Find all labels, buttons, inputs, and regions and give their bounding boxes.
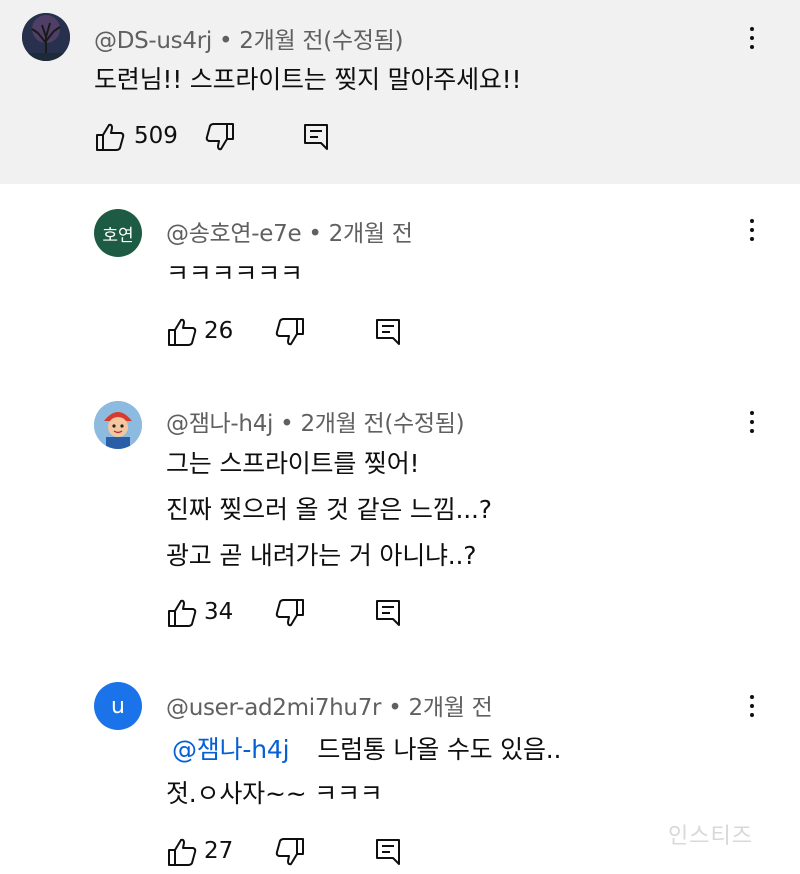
more-dot xyxy=(750,45,754,49)
avatar-initials: u xyxy=(111,693,125,719)
dislike-button[interactable] xyxy=(274,836,306,868)
avatar-initials: 호연 xyxy=(102,225,134,246)
more-options-button[interactable] xyxy=(740,406,764,438)
more-vertical-icon xyxy=(750,695,754,699)
meta-separator: • xyxy=(308,221,322,247)
comment-actions: 27 xyxy=(166,836,466,874)
thumbs-down-icon xyxy=(275,838,304,866)
thumbs-down-icon xyxy=(205,123,234,151)
comment-meta: @DS-us4rj • 2개월 전(수정됨) xyxy=(94,21,403,55)
comment-meta: @송호연-e7e • 2개월 전 xyxy=(166,214,413,248)
author-name[interactable]: @송호연-e7e xyxy=(166,221,302,247)
avatar[interactable] xyxy=(22,13,70,61)
comment-thread-ds-us4rj: @DS-us4rj • 2개월 전(수정됨) 도련님!! 스프라이트는 찢지 말… xyxy=(0,0,800,184)
comment-text-line: 광고 곧 내려가는 거 아니냐..? xyxy=(166,541,477,570)
comment-actions: 509 xyxy=(94,121,394,161)
more-vertical-icon xyxy=(750,27,754,31)
more-dot xyxy=(750,429,754,433)
more-dot xyxy=(750,704,754,708)
comment-meta: @잼나-h4j • 2개월 전(수정됨) xyxy=(166,404,465,438)
like-count: 34 xyxy=(204,599,234,625)
comment-text-line: 젓.ㅇ사자~~ ㅋㅋㅋ xyxy=(166,779,383,808)
thumbs-down-icon xyxy=(275,318,304,346)
reply-icon xyxy=(304,124,328,150)
reply-button[interactable] xyxy=(372,316,404,348)
reply-icon xyxy=(376,600,400,626)
thumbs-up-icon xyxy=(168,838,197,866)
comment-meta: @user-ad2mi7hu7r • 2개월 전 xyxy=(166,688,493,722)
dislike-button[interactable] xyxy=(274,597,306,629)
mention-link[interactable]: @잼나-h4j xyxy=(172,735,290,764)
comment-text: 도련님!! 스프라이트는 찢지 말아주세요!! xyxy=(94,65,522,94)
like-count: 26 xyxy=(204,318,234,344)
author-name[interactable]: @user-ad2mi7hu7r xyxy=(166,695,382,721)
thumbs-up-icon xyxy=(168,599,197,627)
thumbs-up-icon xyxy=(168,318,197,346)
comment-text-line: 그는 스프라이트를 찢어! xyxy=(166,449,420,478)
reply-icon xyxy=(376,839,400,865)
comment-text-line: 진짜 찢으러 올 것 같은 느낌...? xyxy=(166,495,492,524)
cartoon-character-avatar-image xyxy=(94,401,142,449)
tree-avatar-image xyxy=(22,13,70,61)
comment-text: 드럼통 나올 수도 있음.. xyxy=(317,735,562,764)
more-vertical-icon xyxy=(750,219,754,223)
meta-separator: • xyxy=(280,411,294,437)
comment-actions: 34 xyxy=(166,597,466,637)
avatar[interactable] xyxy=(94,401,142,449)
thumbs-up-icon xyxy=(96,123,125,151)
reply-button[interactable] xyxy=(372,836,404,868)
reply-button[interactable] xyxy=(300,121,332,153)
like-count: 509 xyxy=(134,123,178,149)
reply-icon xyxy=(376,319,400,345)
author-name[interactable]: @잼나-h4j xyxy=(166,411,273,437)
reply-comment-jaemna: @잼나-h4j • 2개월 전(수정됨) 그는 스프라이트를 찢어! 진짜 찢으… xyxy=(0,374,800,664)
dislike-button[interactable] xyxy=(274,316,306,348)
reply-comment-songhoyeon: 호연 @송호연-e7e • 2개월 전 ㅋㅋㅋㅋㅋㅋ 26 xyxy=(0,184,800,374)
more-dot xyxy=(750,228,754,232)
like-button[interactable] xyxy=(94,121,126,153)
thumbs-down-icon xyxy=(275,599,304,627)
more-dot xyxy=(750,36,754,40)
comment-time: 2개월 전 xyxy=(328,221,413,247)
comment-text: ㅋㅋㅋㅋㅋㅋ xyxy=(166,259,303,288)
comment-actions: 26 xyxy=(166,316,466,356)
like-button[interactable] xyxy=(166,597,198,629)
avatar[interactable]: u xyxy=(94,682,142,730)
reply-button[interactable] xyxy=(372,597,404,629)
avatar[interactable]: 호연 xyxy=(94,209,142,257)
watermark: 인스티즈 xyxy=(668,824,753,849)
comment-time: 2개월 전(수정됨) xyxy=(300,411,465,437)
more-options-button[interactable] xyxy=(740,690,764,722)
more-options-button[interactable] xyxy=(740,214,764,246)
comment-text-line: @잼나-h4j 드럼통 나올 수도 있음.. xyxy=(172,730,561,766)
more-vertical-icon xyxy=(750,411,754,415)
like-button[interactable] xyxy=(166,836,198,868)
like-count: 27 xyxy=(204,838,234,864)
more-options-button[interactable] xyxy=(740,22,764,54)
meta-separator: • xyxy=(218,28,233,54)
author-name[interactable]: @DS-us4rj xyxy=(94,28,212,54)
like-button[interactable] xyxy=(166,316,198,348)
comment-time: 2개월 전 xyxy=(408,695,493,721)
more-dot xyxy=(750,420,754,424)
dislike-button[interactable] xyxy=(204,121,236,153)
meta-separator: • xyxy=(388,695,402,721)
comment-time: 2개월 전(수정됨) xyxy=(239,28,404,54)
more-dot xyxy=(750,237,754,241)
more-dot xyxy=(750,713,754,717)
